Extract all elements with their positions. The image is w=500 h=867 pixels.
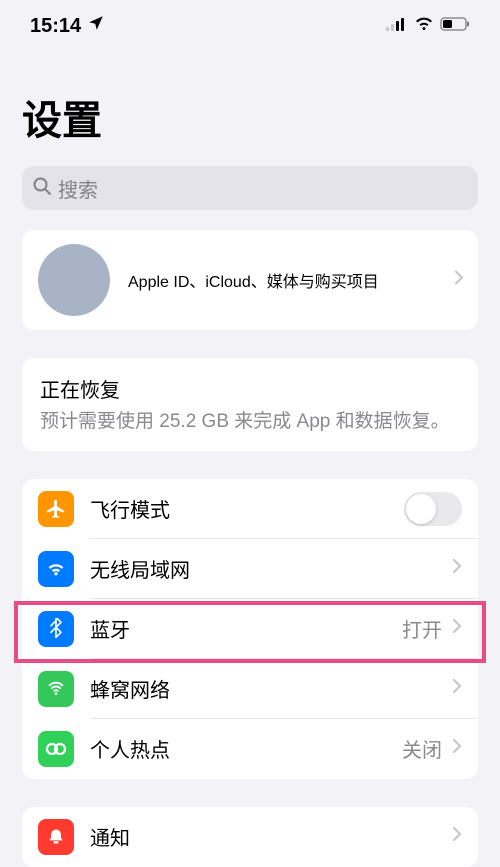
row-label: 个人热点 — [90, 734, 402, 763]
search-icon — [32, 176, 52, 201]
location-icon — [87, 14, 105, 38]
signal-icon — [386, 17, 408, 36]
row-wifi[interactable]: 无线局域网 — [22, 539, 478, 599]
chevron-right-icon — [452, 678, 462, 699]
profile-subtitle: Apple ID、iCloud、媒体与购买项目 — [128, 268, 379, 292]
chevron-right-icon — [454, 270, 464, 291]
row-value: 关闭 — [402, 734, 442, 763]
chevron-right-icon — [452, 558, 462, 579]
row-label: 通知 — [90, 822, 452, 851]
status-bar: 15:14 — [0, 0, 500, 48]
settings-list-2: 通知 — [22, 807, 478, 867]
status-left: 15:14 — [30, 14, 105, 38]
wifi-row-icon — [38, 551, 74, 587]
chevron-right-icon — [452, 738, 462, 759]
row-label: 蜂窝网络 — [90, 674, 452, 703]
row-airplane-mode[interactable]: 飞行模式 — [22, 479, 478, 539]
row-value: 打开 — [402, 614, 442, 643]
status-right — [386, 16, 470, 36]
bluetooth-icon — [38, 611, 74, 647]
status-time: 15:14 — [30, 15, 81, 38]
notifications-icon — [38, 819, 74, 855]
restore-subtitle: 预计需要使用 25.2 GB 来完成 App 和数据恢复。 — [40, 409, 460, 435]
row-notifications[interactable]: 通知 — [22, 807, 478, 867]
hotspot-icon — [38, 731, 74, 767]
row-bluetooth[interactable]: 蓝牙 打开 — [22, 599, 478, 659]
restore-title: 正在恢复 — [40, 374, 460, 403]
airplane-icon — [38, 491, 74, 527]
battery-icon — [440, 17, 470, 36]
row-label: 无线局域网 — [90, 554, 452, 583]
restore-row[interactable]: 正在恢复 预计需要使用 25.2 GB 来完成 App 和数据恢复。 — [22, 358, 478, 451]
settings-list-1: 飞行模式 无线局域网 蓝牙 打开 蜂窝网络 个人热点 — [22, 479, 478, 779]
profile-row[interactable]: Apple ID、iCloud、媒体与购买项目 — [22, 230, 478, 330]
row-cellular[interactable]: 蜂窝网络 — [22, 659, 478, 719]
search-input[interactable]: 搜索 — [22, 166, 478, 210]
row-label: 蓝牙 — [90, 614, 402, 643]
cellular-icon — [38, 671, 74, 707]
chevron-right-icon — [452, 826, 462, 847]
page-title: 设置 — [0, 48, 500, 158]
wifi-icon — [414, 16, 434, 36]
chevron-right-icon — [452, 618, 462, 639]
row-hotspot[interactable]: 个人热点 关闭 — [22, 719, 478, 779]
airplane-toggle[interactable] — [404, 492, 462, 526]
avatar — [38, 244, 110, 316]
search-placeholder: 搜索 — [58, 174, 98, 203]
row-label: 飞行模式 — [90, 494, 404, 523]
